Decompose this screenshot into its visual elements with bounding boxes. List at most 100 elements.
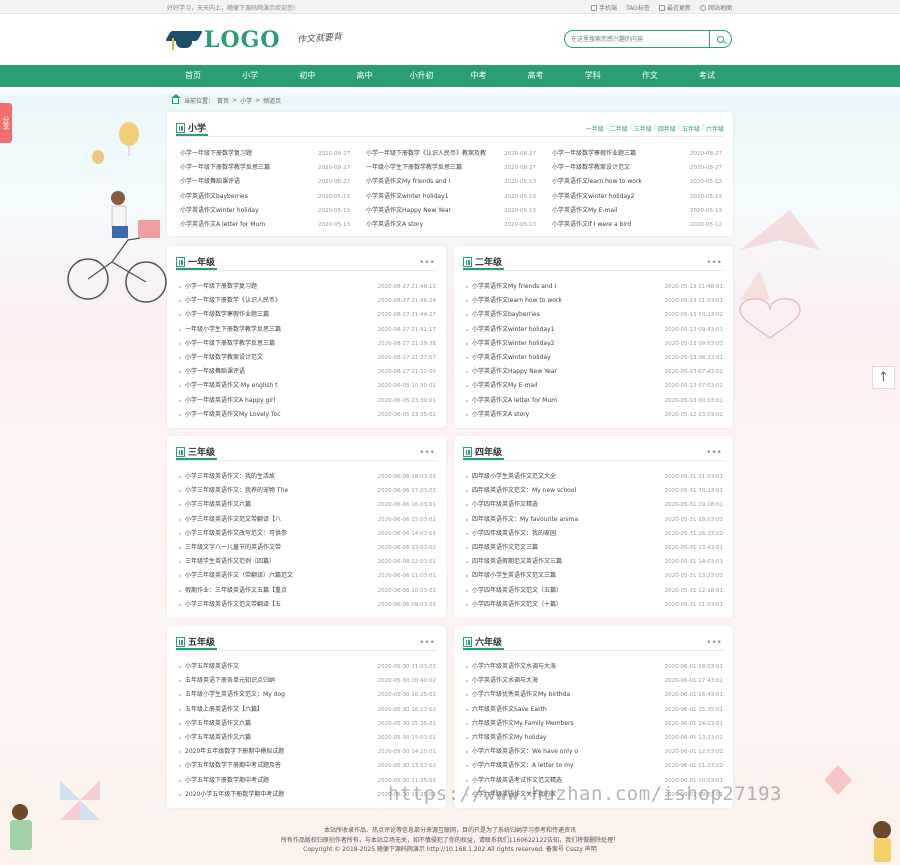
item-title[interactable]: 小学三年级英语作文范文带翻译【五 — [185, 598, 375, 612]
list-item[interactable]: 一年级小学生下册数学教学反思三篇 2020-08-27 21:41:17 — [177, 323, 436, 337]
share-button[interactable]: 分享 — [0, 103, 12, 143]
list-item[interactable]: 小学一年级数学教案设计范文 2020-08-27 — [548, 161, 726, 175]
list-item[interactable]: 2020年五年级数学下册期中模拟试题 2020-05-30 14:25:01 — [177, 745, 436, 759]
list-item[interactable]: 小学一年级数学教案设计范文 2020-08-27 21:37:07 — [177, 351, 436, 365]
list-item[interactable]: 四年级小学生英语作文范文三篇 2020-05-31 13:23:01 — [464, 569, 723, 583]
item-title[interactable]: 小学英语作文winter holiday — [472, 351, 662, 365]
item-title[interactable]: 小学四年级英语作文范文（十篇） — [472, 598, 662, 612]
item-title[interactable]: 小学英语作文My E-mail — [472, 379, 662, 393]
item-title[interactable]: 小学英语作文A story — [366, 218, 494, 232]
search-button[interactable] — [709, 30, 731, 48]
list-item[interactable]: 五年级上册英语作文【六篇】 2020-05-30 16:13:02 — [177, 703, 436, 717]
list-item[interactable]: 小学英语作文winter holiday1 2020-05-13 — [362, 190, 540, 204]
list-item[interactable]: 小学英语作文Happy New Year 2020-05-13 07:43:02 — [464, 365, 723, 379]
list-item[interactable]: 小学英语作文winter holiday 2020-05-13 08:23:01 — [464, 351, 723, 365]
list-item[interactable]: 小学一年级下册数学教学反思三篇 2020-08-27 — [176, 161, 354, 175]
item-title[interactable]: 四年级英语作文范文：My new school — [472, 484, 662, 498]
item-title[interactable]: 四年级小学生英语作文范文大全 — [472, 470, 662, 484]
more-icon[interactable]: ••• — [706, 638, 722, 648]
grade-link[interactable]: 四年级 — [658, 124, 676, 133]
list-item[interactable]: 五年级英语下册各单元知识点归纳 2020-05-30 20:40:02 — [177, 674, 436, 688]
nav-item-composition[interactable]: 作文 — [624, 65, 676, 87]
list-item[interactable]: 小学三年级英语作文六篇 2020-06-06 16:03:01 — [177, 498, 436, 512]
item-title[interactable]: 小学英语作文If I were a bird — [552, 218, 680, 232]
item-title[interactable]: 小学一年级下册数学教学反思三篇 — [185, 337, 375, 351]
item-title[interactable]: 小学英语作文My E-mail — [552, 204, 680, 218]
list-item[interactable]: 小学一年级下册数学复习题 2020-08-27 21:48:11 — [177, 280, 436, 294]
grade-link[interactable]: 一年级 — [586, 124, 604, 133]
list-item[interactable]: 假期作业：三年级英语作文五篇【重点 2020-06-06 10:03:01 — [177, 584, 436, 598]
item-title[interactable]: 小学英语作文learn how to work — [472, 294, 662, 308]
list-item[interactable]: 三年级文字八一儿童节的英语作文带 2020-06-06 13:03:02 — [177, 541, 436, 555]
list-item[interactable]: 六年级英语作文Save Earth 2020-06-01 15:35:01 — [464, 703, 723, 717]
item-title[interactable]: 小学英语作文水调与大海 — [472, 674, 662, 688]
list-item[interactable]: 六年级英语作文My holiday 2020-06-01 13:23:02 — [464, 731, 723, 745]
list-item[interactable]: 小学英语作文winter holiday2 2020-05-13 09:03:01 — [464, 337, 723, 351]
item-title[interactable]: 四年级英语假期范文英语作文三篇 — [472, 555, 662, 569]
list-item[interactable]: 小学一年级英语作文My Lovely Toc 2020-06-05 23:35:0… — [177, 408, 436, 422]
item-title[interactable]: 小学一年级下册数学《认识人民币》 — [185, 294, 375, 308]
list-item[interactable]: 小学六年级英语作文：We have only o 2020-06-01 12:03… — [464, 745, 723, 759]
item-title[interactable]: 小学英语作文winter holiday — [180, 204, 308, 218]
list-item[interactable]: 小学一年级数学寒假作业题三篇 2020-08-27 21:44:27 — [177, 308, 436, 322]
item-title[interactable]: 小学六年级优秀英语作文My birthda — [472, 688, 662, 702]
list-item[interactable]: 小学一年级下册数学《认识人民币》 2020-08-27 21:46:24 — [177, 294, 436, 308]
nav-item-subject[interactable]: 学科 — [567, 65, 619, 87]
list-item[interactable]: 小学五年级英语作文六篇 2020-05-30 15:35:01 — [177, 717, 436, 731]
item-title[interactable]: 小学三年级英语作文（带翻译）六篇范文 — [185, 569, 375, 583]
more-icon[interactable]: ••• — [706, 448, 722, 458]
nav-item-zhongkao[interactable]: 中考 — [453, 65, 505, 87]
item-title[interactable]: 小学英语作文winter holiday2 — [472, 337, 662, 351]
list-item[interactable]: 小学五年级英语作文 2020-05-30 21:03:01 — [177, 660, 436, 674]
item-title[interactable]: 四年级英语作文范文三篇 — [472, 541, 662, 555]
item-title[interactable]: 小学英语作文winter holiday1 — [366, 190, 494, 204]
item-title[interactable]: 小学三年级英语作文改写范文：可供参 — [185, 527, 375, 541]
list-item[interactable]: 小学英语作文A story 2020-05-12 23:03:02 — [464, 408, 723, 422]
more-icon[interactable]: ••• — [419, 638, 435, 648]
item-title[interactable]: 小学一年级下册数学教学反思三篇 — [180, 161, 308, 175]
list-item[interactable]: 小学英语作文winter holiday1 2020-05-13 09:43:01 — [464, 323, 723, 337]
more-icon[interactable]: ••• — [706, 258, 722, 268]
list-item[interactable]: 小学英语作文A letter for Mum 2020-05-13 — [176, 218, 354, 232]
grade-link[interactable]: 二年级 — [610, 124, 628, 133]
item-title[interactable]: 小学五年级数学下册期中考试题及答 — [185, 759, 375, 773]
item-title[interactable]: 四年级小学生英语作文范文三篇 — [472, 569, 662, 583]
item-title[interactable]: 小学一年级舞蹈课评语 — [185, 365, 375, 379]
list-item[interactable]: 小学英语作文If I were a bird 2020-05-12 — [548, 218, 726, 232]
item-title[interactable]: 五年级小学生英语作文范文：My dog — [185, 688, 375, 702]
item-title[interactable]: 小学三年级英语作文范文带翻译【八 — [185, 513, 375, 527]
item-title[interactable]: 六年级英语作文Save Earth — [472, 703, 662, 717]
list-item[interactable]: 小学英语作文My friends and I 2020-05-13 11:48:0… — [464, 280, 723, 294]
item-title[interactable]: 小学一年级英语作文:My english t — [185, 379, 375, 393]
list-item[interactable]: 小学一年级下册数学教学反思三篇 2020-08-27 21:39:38 — [177, 337, 436, 351]
item-title[interactable]: 小学英语作文Happy New Year — [366, 204, 494, 218]
item-title[interactable]: 小学一年级下册数学《认识人民币》教案及教 — [366, 147, 494, 161]
list-item[interactable]: 小学一年级英语作文A happy girl 2020-06-05 23:39:01 — [177, 394, 436, 408]
list-item[interactable]: 小学一年级舞蹈课评语 2020-08-27 21:32:00 — [177, 365, 436, 379]
list-item[interactable]: 小学英语作文Happy New Year 2020-05-13 — [362, 204, 540, 218]
item-title[interactable]: 小学五年级下册数学期中考试题 — [185, 774, 375, 788]
item-title[interactable]: 小学一年级数学教案设计范文 — [185, 351, 375, 365]
item-title[interactable]: 五年级上册英语作文【六篇】 — [185, 703, 375, 717]
item-title[interactable]: 小学一年级数学寒假作业题三篇 — [185, 308, 375, 322]
item-title[interactable]: 小学英语作文A story — [472, 408, 662, 422]
list-item[interactable]: 小学六年级英语作文：A letter to my 2020-06-01 11:23… — [464, 759, 723, 773]
list-item[interactable]: 小学英语作文A letter for Mum 2020-05-13 00:03:0… — [464, 394, 723, 408]
item-title[interactable]: 一年级小学生下册数学教学反思三篇 — [366, 161, 494, 175]
item-title[interactable]: 四年级英语作文：My favourite anima — [472, 513, 662, 527]
item-title[interactable]: 小学三年级英语作文：我的生活故 — [185, 470, 375, 484]
item-title[interactable]: 2020小学五年级下册数学期中考试题 — [185, 788, 375, 802]
breadcrumb-primary[interactable]: 小学 — [240, 96, 252, 105]
grade-link[interactable]: 五年级 — [682, 124, 700, 133]
nav-item-primary[interactable]: 小学 — [224, 65, 276, 87]
breadcrumb-home[interactable]: 首页 — [217, 96, 229, 105]
item-title[interactable]: 小学一年级英语作文A happy girl — [185, 394, 375, 408]
item-title[interactable]: 小学六年级英语作文水调与大海 — [472, 660, 662, 674]
list-item[interactable]: 四年级小学生英语作文范文大全 2020-05-31 21:03:01 — [464, 470, 723, 484]
item-title[interactable]: 小学一年级下册数学复习题 — [180, 147, 308, 161]
item-title[interactable]: 小学英语作文winter holiday1 — [472, 323, 662, 337]
item-title[interactable]: 小学英语作文My friends and I — [366, 175, 494, 189]
tag-link[interactable]: TAG标签 — [626, 3, 650, 12]
search-input[interactable] — [571, 34, 711, 45]
list-item[interactable]: 四年级英语作文范文三篇 2020-05-31 13:43:01 — [464, 541, 723, 555]
